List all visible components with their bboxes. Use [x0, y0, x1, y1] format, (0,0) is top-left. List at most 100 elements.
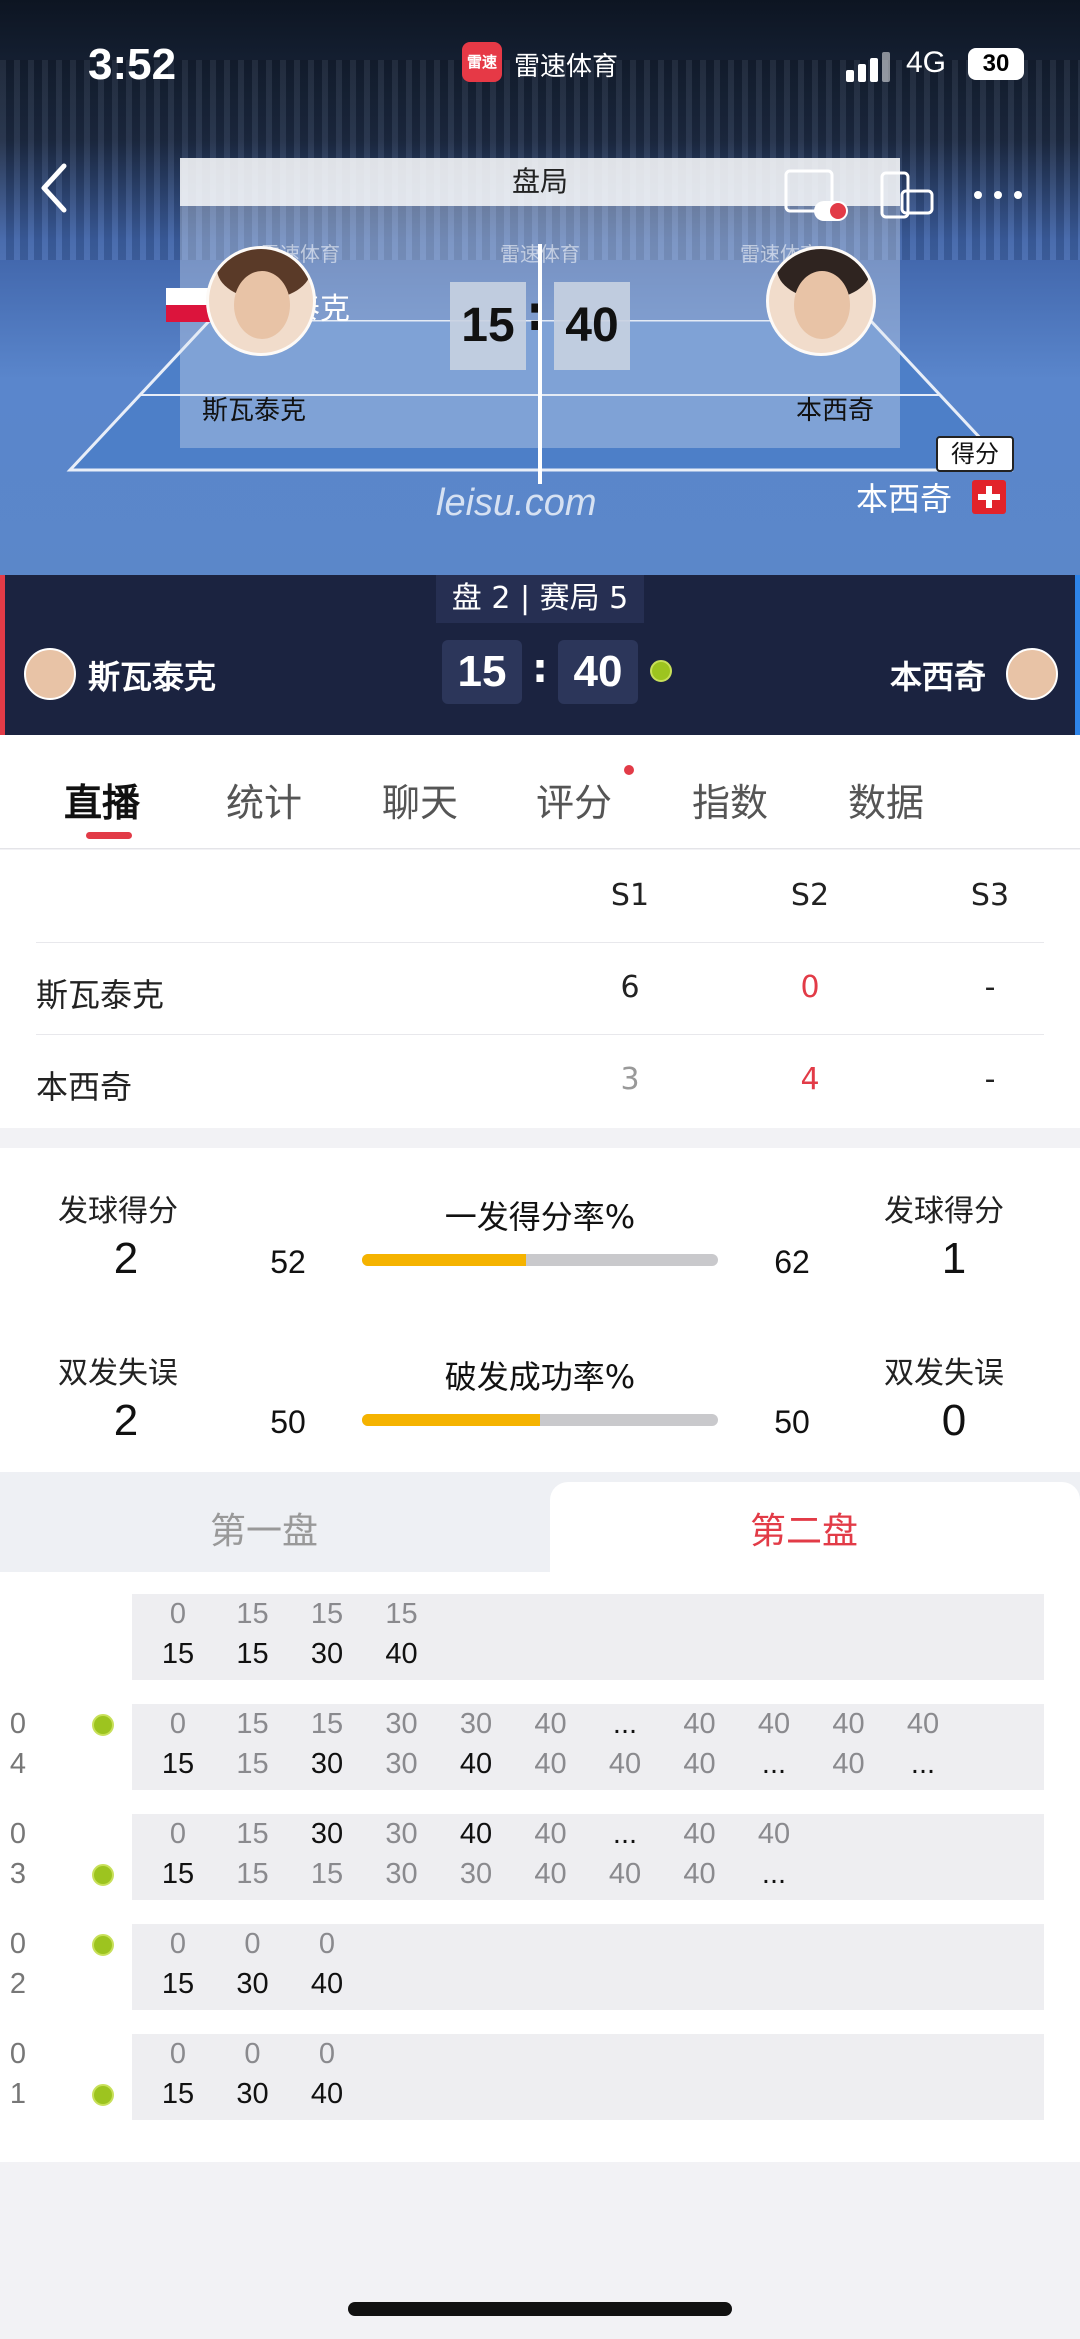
point-score: 15	[161, 2078, 195, 2110]
overlay-score-right: 40	[554, 282, 630, 370]
clock: 3:52	[88, 40, 177, 89]
switzerland-flag-icon	[972, 480, 1006, 514]
point-score: 40	[832, 1748, 865, 1780]
stat-value: 2	[113, 1234, 139, 1283]
stat-pct: 62	[774, 1244, 810, 1280]
point-score: 40	[534, 1748, 567, 1780]
tab-data[interactable]: 数据	[848, 772, 924, 827]
court-view: 盘局 雷速体育 雷速体育 雷速体育 泰克 斯瓦泰克 本西奇 15 : 40 得分…	[0, 0, 1080, 575]
point-score: 40	[459, 1748, 493, 1780]
point-score: 40	[906, 1708, 940, 1740]
more-icon[interactable]	[968, 165, 1028, 225]
battery-icon: 30	[968, 48, 1024, 80]
bar-fill	[362, 1254, 526, 1266]
point-score: 0	[169, 2038, 187, 2070]
stat-value: 1	[941, 1234, 967, 1283]
stat-value: 0	[941, 1396, 967, 1445]
point-score: 30	[236, 1968, 269, 2000]
tab-chat[interactable]: 聊天	[382, 772, 458, 827]
point-score: 15	[310, 1708, 344, 1740]
game-score-player2: 1	[9, 2078, 27, 2110]
set-cell: -	[984, 970, 996, 1005]
serve-ball-icon	[92, 2084, 114, 2106]
player1-small-avatar	[24, 648, 76, 700]
stat-title: 破发成功率%	[444, 1358, 636, 1396]
score-left: 15	[442, 640, 522, 704]
point-tag: 得分	[936, 436, 1014, 472]
game-score-player1: 0	[9, 1928, 27, 1960]
game-score-player1: 0	[9, 1708, 27, 1740]
back-icon[interactable]	[36, 158, 84, 218]
point-score: 40	[385, 1638, 418, 1670]
point-score: 30	[310, 1638, 344, 1670]
tab-stats[interactable]: 统计	[226, 772, 302, 827]
player1-name: 斯瓦泰克	[88, 658, 217, 696]
notification-dot	[624, 765, 634, 775]
stat-title: 一发得分率%	[444, 1198, 636, 1236]
player2-color-edge	[1075, 575, 1080, 735]
point-score: 15	[236, 1708, 269, 1740]
stat-pct: 52	[270, 1244, 306, 1280]
point-score: 30	[459, 1858, 493, 1890]
point-score: 40	[832, 1708, 865, 1740]
point-score: 15	[161, 1968, 195, 2000]
point-score: 15	[236, 1748, 269, 1780]
player2-name: 本西奇	[796, 396, 875, 426]
set-cell: 3	[620, 1062, 640, 1097]
point-score: 40	[459, 1818, 493, 1850]
tab-second-set[interactable]: 第二盘	[750, 1502, 858, 1554]
tab-rating[interactable]: 评分	[536, 772, 612, 827]
video-toggle-icon[interactable]	[780, 165, 848, 225]
point-score: 40	[683, 1818, 716, 1850]
game-score-player2: 3	[9, 1858, 27, 1890]
game-score-player1: 0	[9, 2038, 27, 2070]
point-player-name: 本西奇	[856, 480, 953, 518]
point-score: ...	[612, 1708, 638, 1740]
tab-live[interactable]: 直播	[64, 772, 140, 827]
set-cell: -	[984, 1062, 996, 1097]
point-score: 40	[534, 1858, 567, 1890]
serve-ball-icon	[92, 1714, 114, 1736]
point-score: 30	[310, 1818, 344, 1850]
point-score: 15	[161, 1858, 195, 1890]
point-score: 40	[534, 1818, 567, 1850]
stat-label: 双发失误	[884, 1356, 1004, 1391]
point-score: 30	[385, 1818, 418, 1850]
player2-small-avatar	[1006, 648, 1058, 700]
point-score: 40	[683, 1708, 716, 1740]
tab-first-set[interactable]: 第一盘	[210, 1502, 318, 1554]
point-score: 40	[757, 1818, 791, 1850]
point-score: 40	[757, 1708, 791, 1740]
home-indicator	[348, 2302, 732, 2316]
point-score: 40	[608, 1858, 642, 1890]
player1-avatar	[206, 246, 316, 356]
network-type: 4G	[906, 46, 947, 79]
point-score: 40	[534, 1708, 567, 1740]
signal-icon	[846, 50, 890, 82]
rotate-screen-icon[interactable]	[876, 165, 936, 225]
point-score: 0	[169, 1818, 187, 1850]
stat-label: 发球得分	[884, 1194, 1004, 1229]
set-cell: 6	[620, 970, 640, 1005]
stat-value: 2	[113, 1396, 139, 1445]
point-score: 0	[244, 1928, 261, 1960]
score-right: 40	[558, 640, 638, 704]
player2-avatar	[766, 246, 876, 356]
set-cell: 4	[800, 1062, 820, 1097]
player1-color-edge	[0, 575, 5, 735]
point-score: 40	[310, 1968, 344, 2000]
point-score: 0	[244, 2038, 261, 2070]
point-score: 0	[169, 1598, 187, 1630]
point-score: ...	[910, 1748, 936, 1780]
set-game-label: 盘 2 | 赛局 5	[436, 575, 644, 623]
tab-odds[interactable]: 指数	[692, 772, 768, 827]
divider	[36, 942, 1044, 943]
break-point-bar	[362, 1414, 718, 1426]
stat-label: 发球得分	[58, 1194, 178, 1229]
stat-pct: 50	[774, 1404, 810, 1440]
point-score: 15	[236, 1858, 269, 1890]
first-serve-bar	[362, 1254, 718, 1266]
point-score: 15	[310, 1858, 344, 1890]
point-score: 40	[683, 1748, 716, 1780]
point-score: 30	[459, 1708, 493, 1740]
